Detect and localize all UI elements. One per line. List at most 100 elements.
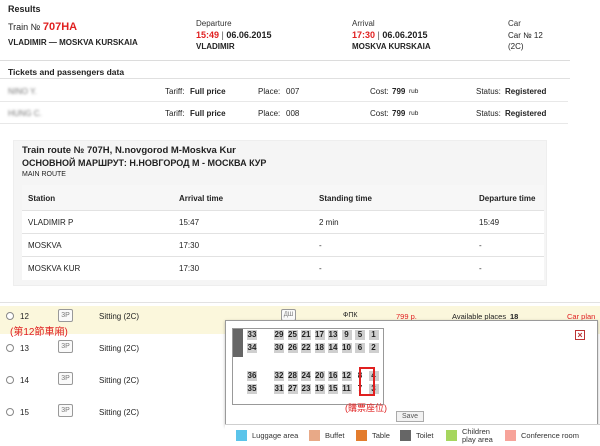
seat-10[interactable]: 10 <box>340 342 353 354</box>
seat-18[interactable]: 18 <box>313 342 326 354</box>
arrival-datetime: 17:30 | 06.06.2015 <box>352 30 427 40</box>
conference-icon <box>505 430 516 441</box>
legend-label: Conference room <box>521 431 579 440</box>
close-icon[interactable]: × <box>575 330 585 340</box>
save-button[interactable]: Save <box>396 411 424 422</box>
departure-cell: - <box>479 241 482 250</box>
tariff-label: Tariff: <box>165 87 185 96</box>
seat-27[interactable]: 27 <box>286 383 299 395</box>
seat-20[interactable]: 20 <box>313 370 326 382</box>
divider <box>0 60 570 61</box>
seat-22[interactable]: 22 <box>300 342 312 354</box>
seat-24[interactable]: 24 <box>300 370 312 382</box>
car-radio[interactable] <box>6 312 14 320</box>
passenger-row: HUNG C. Tariff: Full price Place: 008 Co… <box>0 102 568 124</box>
seat-25[interactable]: 25 <box>286 329 299 341</box>
seat-29[interactable]: 29 <box>273 329 285 341</box>
arrival-station: MOSKVA KURSKAIA <box>352 42 431 51</box>
status-label: Status: <box>476 109 501 118</box>
status-label: Status: <box>476 87 501 96</box>
legend-label: Toilet <box>416 431 434 440</box>
car-type-badge: 3P <box>58 309 73 322</box>
seat-33[interactable]: 33 <box>246 329 258 341</box>
car-num: 12 <box>20 312 29 321</box>
seat-5[interactable]: 5 <box>354 329 366 341</box>
seat-32[interactable]: 32 <box>273 370 285 382</box>
car-radio[interactable] <box>6 408 14 416</box>
seat-legend: Luggage area Buffet Table Toilet Childre… <box>225 424 600 446</box>
train-code: 707HA <box>42 21 78 33</box>
arrival-date: 06.06.2015 <box>382 30 428 40</box>
station-cell: VLADIMIR P <box>28 218 74 227</box>
departure-cell: - <box>479 264 482 273</box>
train-number: Train № 707HA <box>8 21 77 33</box>
seat-26[interactable]: 26 <box>286 342 299 354</box>
seat-13[interactable]: 13 <box>327 329 339 341</box>
place-label: Place: <box>258 109 281 118</box>
departure-date: 06.06.2015 <box>226 30 272 40</box>
passenger-name: NINO Y. <box>8 87 37 96</box>
seat-1[interactable]: 1 <box>367 329 380 341</box>
seat-12[interactable]: 12 <box>340 370 353 382</box>
seat-17[interactable]: 17 <box>313 329 326 341</box>
seat-21[interactable]: 21 <box>300 329 312 341</box>
car-annotation: (第12節車廂) <box>10 327 68 338</box>
tickets-title: Tickets and passengers data <box>8 67 125 77</box>
seat-16[interactable]: 16 <box>327 370 339 382</box>
buffet-icon <box>309 430 320 441</box>
seat-2[interactable]: 2 <box>367 342 380 354</box>
tariff-value: Full price <box>190 87 226 96</box>
route-table-header: Station Arrival time Standing time Depar… <box>22 185 544 211</box>
seat-34[interactable]: 34 <box>246 342 258 354</box>
table-row: VLADIMIR P 15:47 2 min 15:49 <box>22 211 544 234</box>
car-class: (2C) <box>508 42 524 51</box>
column-header: Station <box>28 194 56 203</box>
car-type: Sitting (2C) <box>99 408 140 417</box>
departure-station: VLADIMIR <box>196 42 235 51</box>
table-icon <box>356 430 367 441</box>
route-table: Station Arrival time Standing time Depar… <box>22 185 544 280</box>
luggage-icon <box>236 430 247 441</box>
legend-label: Children play area <box>462 427 493 444</box>
passenger-name: HUNG C. <box>8 109 42 118</box>
car-num: 14 <box>20 376 29 385</box>
seat-31[interactable]: 31 <box>273 383 285 395</box>
standing-cell: 2 min <box>319 218 339 227</box>
car-type-badge: 3P <box>58 404 73 417</box>
divider <box>0 302 600 303</box>
car-radio[interactable] <box>6 344 14 352</box>
route-type: MAIN ROUTE <box>22 171 66 178</box>
date-separator: | <box>377 30 380 40</box>
seat-35[interactable]: 35 <box>246 383 258 395</box>
seat-14[interactable]: 14 <box>327 342 339 354</box>
toilet-block <box>233 329 243 357</box>
arrival-cell: 17:30 <box>179 264 200 273</box>
seat-6[interactable]: 6 <box>354 342 366 354</box>
selected-seats-highlight <box>359 367 375 396</box>
seat-23[interactable]: 23 <box>300 383 312 395</box>
column-header: Departure time <box>479 194 536 203</box>
seat-19[interactable]: 19 <box>313 383 326 395</box>
cost-label: Cost: <box>370 87 389 96</box>
seat-11[interactable]: 11 <box>340 383 353 395</box>
tariff-value: Full price <box>190 109 226 118</box>
route-title: Train route № 707H, N.novgorod M-Moskva … <box>22 145 236 156</box>
car-radio[interactable] <box>6 376 14 384</box>
seat-36[interactable]: 36 <box>246 370 258 382</box>
table-row: MOSKVA 17:30 - - <box>22 234 544 257</box>
car-type-badge: 3P <box>58 340 73 353</box>
place-value: 008 <box>286 109 300 118</box>
standing-cell: - <box>319 241 322 250</box>
results-panel: Results Train № 707HA VLADIMIR — MOSKVA … <box>0 0 570 67</box>
seat-15[interactable]: 15 <box>327 383 339 395</box>
seat-30[interactable]: 30 <box>273 342 285 354</box>
table-row: MOSKVA KUR 17:30 - - <box>22 257 544 280</box>
train-route-name: VLADIMIR — MOSKVA KURSKAIA <box>8 38 138 47</box>
station-cell: MOSKVA <box>28 241 62 250</box>
seat-9[interactable]: 9 <box>340 329 353 341</box>
divider <box>0 78 570 79</box>
arrival-label: Arrival <box>352 19 375 28</box>
seat-28[interactable]: 28 <box>286 370 299 382</box>
legend-label: Luggage area <box>252 431 299 440</box>
arrival-time: 17:30 <box>352 30 376 40</box>
